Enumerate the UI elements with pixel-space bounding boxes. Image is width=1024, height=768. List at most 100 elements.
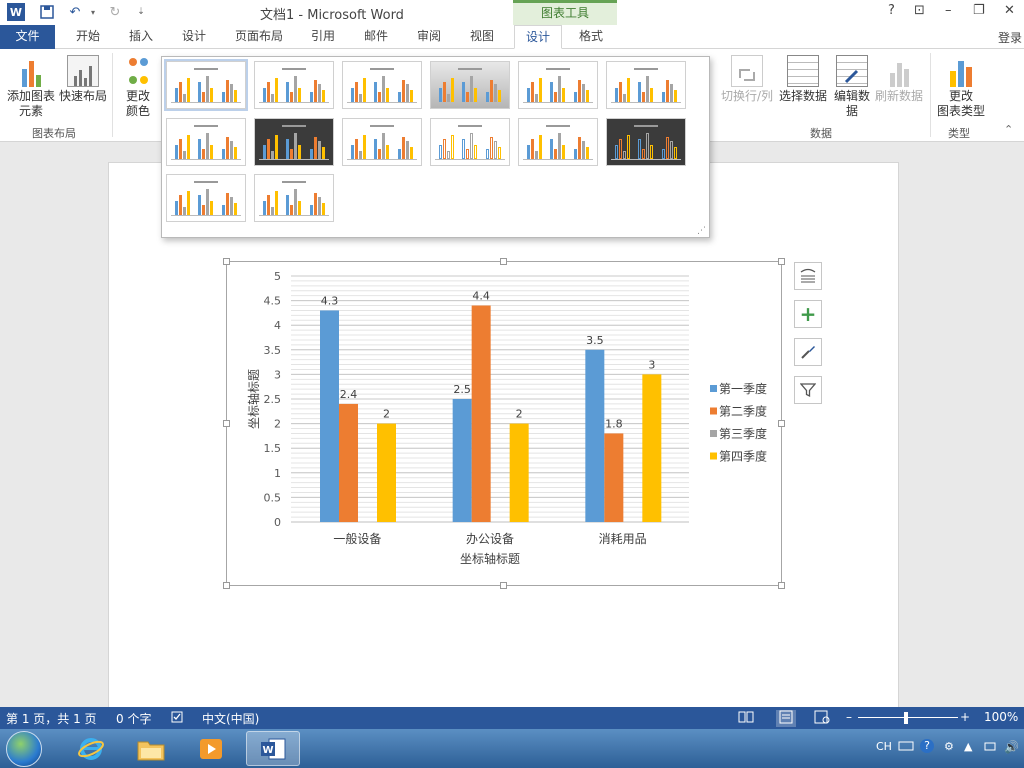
switch-row-column-button[interactable]: 切换行/列 xyxy=(718,55,776,104)
proofing-icon[interactable] xyxy=(170,710,184,727)
zoom-out-button[interactable]: – xyxy=(846,710,852,724)
volume-icon[interactable]: 🔊 xyxy=(1004,740,1019,754)
thumbnail-title-bar xyxy=(458,68,482,70)
refresh-data-button[interactable]: 刷新数据 xyxy=(872,55,926,104)
zoom-slider[interactable] xyxy=(858,717,958,718)
word-logo-icon[interactable]: W xyxy=(7,3,25,21)
tab-references[interactable]: 引用 xyxy=(303,25,343,49)
tab-page-layout[interactable]: 页面布局 xyxy=(228,25,290,49)
collapse-ribbon-icon[interactable]: ⌃ xyxy=(1004,123,1013,136)
tab-mailings[interactable]: 邮件 xyxy=(356,25,396,49)
thumbnail-bar-group xyxy=(661,137,677,159)
chart-style-5[interactable] xyxy=(518,61,598,109)
thumbnail-bar xyxy=(573,149,577,159)
chart-style-6[interactable] xyxy=(606,61,686,109)
chart-style-9[interactable] xyxy=(342,118,422,166)
resize-handle[interactable] xyxy=(778,582,785,589)
word-count[interactable]: 0 个字 xyxy=(116,710,151,727)
ime-settings-icon[interactable]: ⚙ xyxy=(944,740,954,753)
print-layout-icon[interactable] xyxy=(776,710,796,727)
restore-button[interactable]: ❐ xyxy=(973,3,985,18)
legend-swatch xyxy=(710,452,717,460)
chart-style-1[interactable] xyxy=(164,59,248,111)
input-method-indicator[interactable]: CH xyxy=(876,740,892,753)
file-explorer-icon[interactable] xyxy=(124,731,178,766)
undo-icon[interactable]: ↶ xyxy=(66,3,84,21)
chart-style-10[interactable] xyxy=(430,118,510,166)
start-button-icon[interactable] xyxy=(6,731,42,767)
close-button[interactable]: ✕ xyxy=(1004,3,1015,18)
add-chart-element-button[interactable]: 添加图表 元素 xyxy=(4,55,58,119)
chart-elements-plus-icon[interactable]: + xyxy=(794,300,822,328)
thumbnail-bar-group xyxy=(439,78,455,102)
tab-review[interactable]: 审阅 xyxy=(409,25,449,49)
media-player-icon[interactable] xyxy=(184,731,238,766)
undo-dropdown-icon[interactable]: ▾ xyxy=(84,3,102,21)
thumbnail-bar xyxy=(290,149,294,159)
chart-style-2[interactable] xyxy=(254,61,334,109)
chart-style-4[interactable] xyxy=(430,61,510,109)
tab-home[interactable]: 开始 xyxy=(68,25,108,49)
network-icon[interactable] xyxy=(984,740,998,755)
thumbnail-bar xyxy=(225,137,229,159)
resize-handle[interactable] xyxy=(223,582,230,589)
ribbon-display-button[interactable]: ⊡ xyxy=(914,3,925,18)
thumbnail-bar xyxy=(298,88,302,102)
show-hidden-icons-icon[interactable]: ▲ xyxy=(964,740,972,753)
tab-chart-design[interactable]: 设计 xyxy=(514,25,562,49)
thumbnail-bar xyxy=(493,84,497,102)
keyboard-icon[interactable] xyxy=(898,740,914,755)
web-layout-icon[interactable] xyxy=(814,710,830,727)
customize-toolbar-icon[interactable]: ⇣ xyxy=(132,3,150,21)
page-count[interactable]: 第 1 页，共 1 页 xyxy=(6,710,97,727)
quick-layout-button[interactable]: 快速布局 xyxy=(58,55,108,104)
chart-area[interactable]: 0 0.5 1 1.5 2 2.5 3 3.5 4 4.5 5 4.3 2.4 2 一般设备 2.5 4.4 2 办… xyxy=(226,261,782,586)
legend-swatch xyxy=(710,385,717,392)
chart-style-13[interactable] xyxy=(166,174,246,222)
thumbnail-bar xyxy=(665,80,669,102)
tab-insert[interactable]: 插入 xyxy=(121,25,161,49)
data-label: 2.4 xyxy=(340,388,358,401)
chart-style-12[interactable] xyxy=(606,118,686,166)
change-chart-type-button[interactable]: 更改 图表类型 xyxy=(934,55,988,119)
read-mode-icon[interactable] xyxy=(738,710,754,727)
resize-handle[interactable] xyxy=(778,420,785,427)
resize-handle[interactable] xyxy=(223,420,230,427)
chart-styles-brush-icon[interactable] xyxy=(794,338,822,366)
minimize-button[interactable]: – xyxy=(945,3,952,18)
select-data-button[interactable]: 选择数据 xyxy=(778,55,828,104)
change-colors-button[interactable]: 更改 颜色 xyxy=(118,55,158,119)
layout-options-icon[interactable] xyxy=(794,262,822,290)
edit-data-button[interactable]: 编辑数 据 xyxy=(830,55,874,119)
internet-explorer-icon[interactable] xyxy=(64,731,118,766)
resize-handle[interactable] xyxy=(223,258,230,265)
thumbnail-bars xyxy=(611,130,681,160)
chart-style-14[interactable] xyxy=(254,174,334,222)
chart-style-8[interactable] xyxy=(254,118,334,166)
column-chart[interactable]: 0 0.5 1 1.5 2 2.5 3 3.5 4 4.5 5 4.3 2.4 2 一般设备 2.5 4.4 2 办… xyxy=(227,262,783,587)
save-icon[interactable] xyxy=(38,3,56,21)
tab-design[interactable]: 设计 xyxy=(174,25,214,49)
zoom-in-button[interactable]: + xyxy=(960,710,970,724)
thumbnail-bar xyxy=(661,92,665,102)
ime-help-icon[interactable]: ? xyxy=(920,739,934,753)
sign-in-link[interactable]: 登录 xyxy=(998,29,1022,46)
gallery-resize-grip-icon[interactable]: ⋰ xyxy=(697,226,706,236)
zoom-level[interactable]: 100% xyxy=(984,710,1018,724)
zoom-slider-thumb[interactable] xyxy=(904,712,908,724)
chart-style-7[interactable] xyxy=(166,118,246,166)
help-button[interactable]: ? xyxy=(888,3,895,18)
tab-view[interactable]: 视图 xyxy=(462,25,502,49)
tab-file[interactable]: 文件 xyxy=(0,25,55,49)
word-taskbar-icon[interactable]: W xyxy=(246,731,300,766)
resize-handle[interactable] xyxy=(778,258,785,265)
resize-handle[interactable] xyxy=(500,258,507,265)
resize-handle[interactable] xyxy=(500,582,507,589)
thumbnail-bar-group xyxy=(374,76,390,102)
chart-style-3[interactable] xyxy=(342,61,422,109)
chart-filter-icon[interactable] xyxy=(794,376,822,404)
tab-chart-format[interactable]: 格式 xyxy=(571,25,611,49)
language-indicator[interactable]: 中文(中国) xyxy=(202,710,259,727)
redo-icon[interactable]: ↻ xyxy=(106,3,124,21)
chart-style-11[interactable] xyxy=(518,118,598,166)
